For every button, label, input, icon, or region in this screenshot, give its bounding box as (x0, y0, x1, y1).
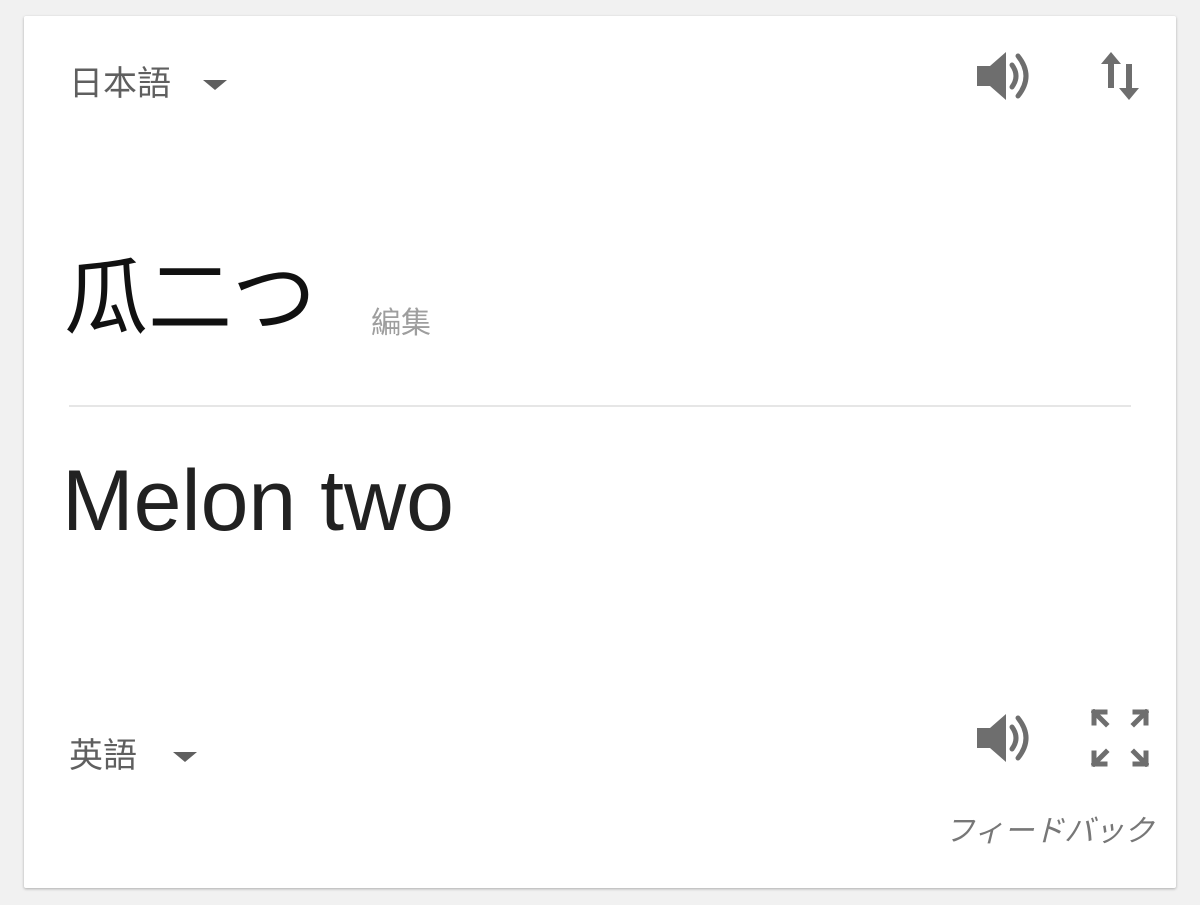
edit-link[interactable]: 編集 (371, 304, 431, 344)
divider (69, 405, 1131, 407)
fullscreen-icon (1091, 709, 1149, 767)
caret-down-icon (203, 80, 227, 90)
translate-card: 日本語 瓜二つ 編集 Melon two 英語 フィードバック (24, 16, 1176, 888)
target-language-select[interactable]: 英語 (69, 736, 197, 776)
listen-translation-button[interactable] (972, 706, 1036, 770)
feedback-link[interactable]: フィードバック (945, 812, 1154, 852)
speaker-icon (974, 710, 1034, 766)
target-language-label: 英語 (69, 736, 137, 776)
caret-down-icon (173, 752, 197, 762)
swap-icon (1096, 46, 1144, 106)
listen-source-button[interactable] (972, 44, 1036, 108)
fullscreen-button[interactable] (1088, 706, 1152, 770)
source-language-label: 日本語 (69, 64, 171, 104)
swap-languages-button[interactable] (1088, 44, 1152, 108)
source-language-select[interactable]: 日本語 (69, 64, 227, 104)
translation-result: Melon two (62, 453, 454, 549)
source-text: 瓜二つ (64, 249, 317, 347)
speaker-icon (974, 48, 1034, 104)
